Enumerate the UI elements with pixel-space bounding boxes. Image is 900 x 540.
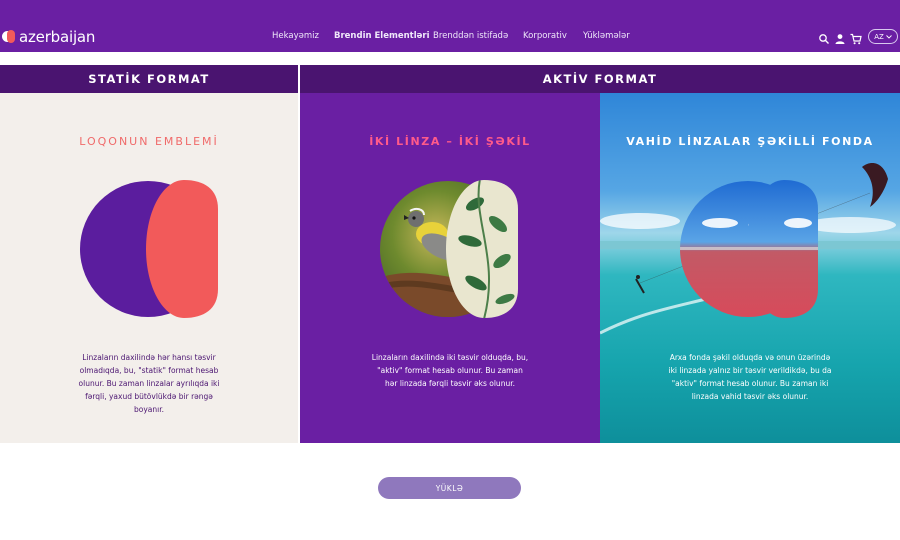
language-selector[interactable]: AZ	[868, 29, 898, 44]
download-button[interactable]: YÜKLƏ	[378, 477, 521, 499]
search-icon[interactable]	[818, 30, 830, 44]
spacer	[0, 52, 900, 65]
nav-link-downloads[interactable]: Yükləmələr	[583, 31, 630, 41]
unified-lenses-panel: VAHİD LİNZALAR ŞƏKİLLİ FONDA Arxa fonda …	[600, 93, 900, 443]
logo-mark-icon	[2, 30, 16, 44]
nav-icons	[818, 30, 866, 45]
lens-photo-window	[680, 180, 818, 318]
nav-link-brand-elements[interactable]: Brendin Elementləri	[334, 31, 430, 41]
bird-lens-image	[380, 180, 518, 318]
panel-description: Arxa fonda şəkil olduqda və onun üzərind…	[668, 353, 832, 401]
panel-title: İKİ LİNZA – İKİ ŞƏKİL	[369, 135, 531, 148]
logo[interactable]: azerbaijan	[2, 28, 95, 46]
nav-link-brand-usage[interactable]: Brenddən istifadə	[433, 31, 508, 41]
chevron-down-icon	[885, 33, 892, 41]
nav-link-story[interactable]: Hekayəmiz	[272, 31, 319, 41]
panel-description: Linzaların daxilində iki təsvir olduqda,…	[371, 353, 529, 388]
navbar: azerbaijan Hekayəmiz Brendin Elementləri…	[0, 22, 900, 52]
panel-title: VAHİD LİNZALAR ŞƏKİLLİ FONDA	[626, 135, 874, 148]
panel-description: Linzaların daxilində hər hansı təsvir ol…	[78, 353, 220, 414]
top-band	[0, 0, 900, 22]
user-icon[interactable]	[834, 30, 846, 44]
cart-icon[interactable]	[850, 30, 862, 45]
active-format-header: AKTİV FORMAT	[300, 65, 900, 93]
panel-title: LOQONUN EMBLEMİ	[79, 135, 219, 148]
static-format-header: STATİK FORMAT	[0, 65, 298, 93]
static-format-panel: LOQONUN EMBLEMİ Linzaların daxilində hər…	[0, 93, 298, 443]
nav-link-corporate[interactable]: Korporativ	[523, 31, 567, 41]
logo-text: azerbaijan	[19, 28, 96, 46]
language-label: AZ	[874, 32, 884, 41]
two-lenses-panel: İKİ LİNZA – İKİ ŞƏKİL Linzaların daxilin…	[300, 93, 600, 443]
emblem-icon	[80, 180, 218, 318]
